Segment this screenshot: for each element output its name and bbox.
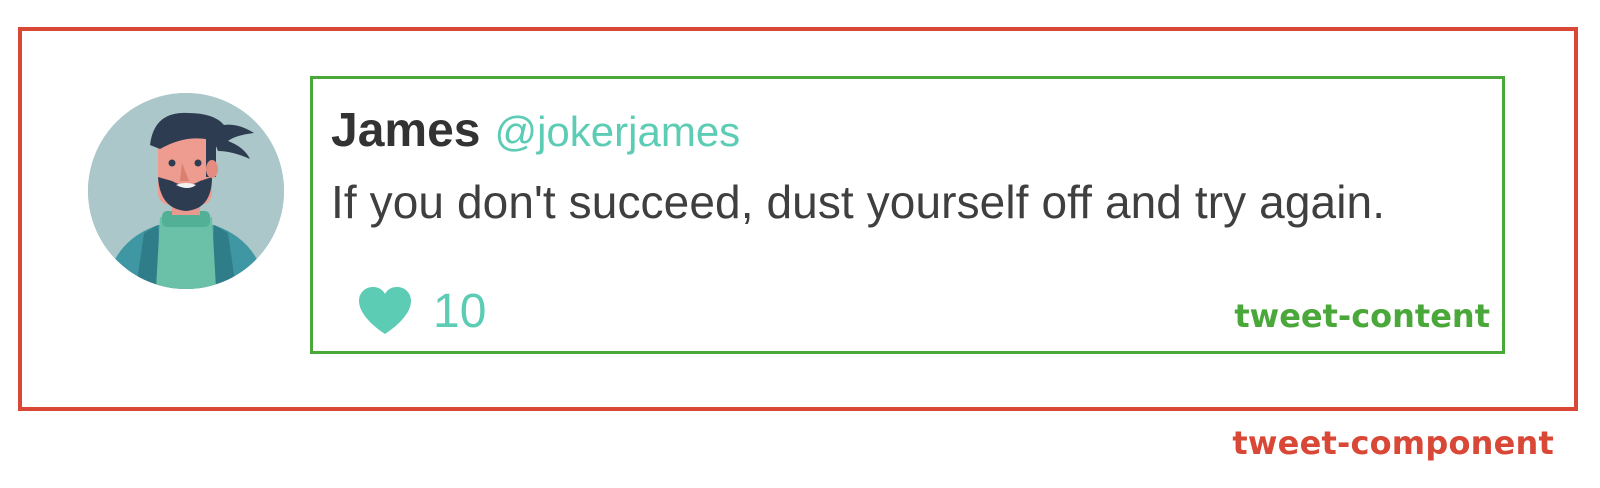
author-name[interactable]: James <box>331 103 480 158</box>
tweet-text: If you don't succeed, dust yourself off … <box>331 176 1386 228</box>
heart-icon[interactable] <box>357 286 413 336</box>
avatar-illustration <box>88 93 284 289</box>
like-count: 10 <box>433 284 487 338</box>
avatar[interactable] <box>88 93 284 289</box>
author-handle[interactable]: @jokerjames <box>494 108 740 156</box>
tweet-component-label: tweet-component <box>1232 424 1554 462</box>
tweet-content-label: tweet-content <box>1234 297 1490 335</box>
tweet-content: James @jokerjames If you don't succeed, … <box>310 76 1505 354</box>
tweet-component: James @jokerjames If you don't succeed, … <box>18 27 1578 411</box>
like-button[interactable]: 10 <box>357 283 486 339</box>
tweet-header: James @jokerjames <box>331 103 740 163</box>
